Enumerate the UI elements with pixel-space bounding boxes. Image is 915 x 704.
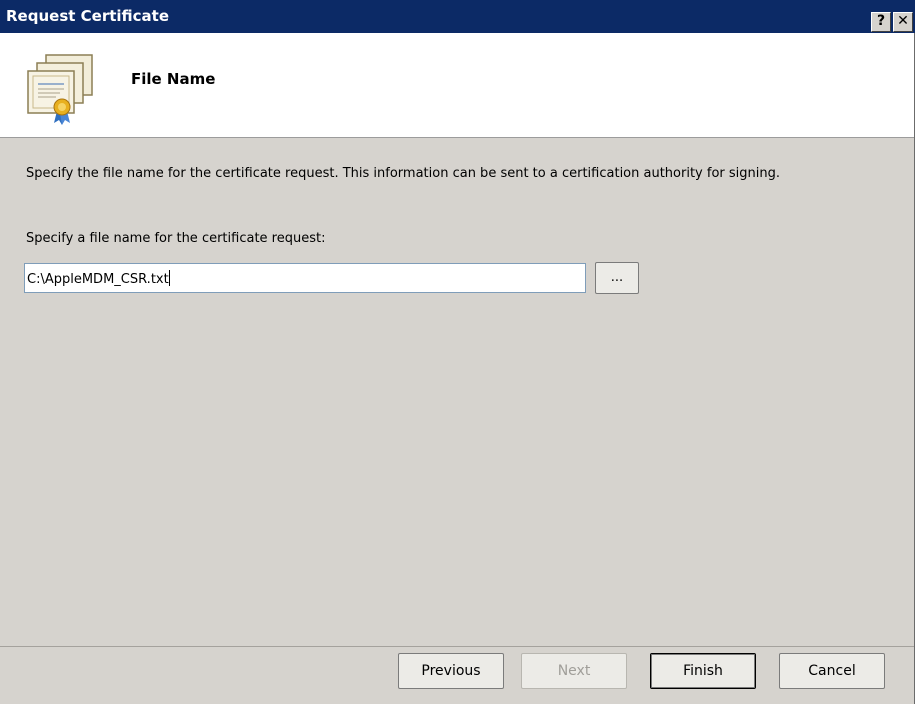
- close-button[interactable]: ✕: [893, 12, 913, 32]
- next-button[interactable]: Next: [521, 653, 627, 689]
- title-bar[interactable]: Request Certificate ? ✕: [0, 0, 915, 33]
- text-caret: [168, 270, 170, 286]
- window-title: Request Certificate: [6, 7, 170, 25]
- wizard-content: Specify the file name for the certificat…: [0, 138, 914, 622]
- wizard-header: File Name: [0, 33, 914, 138]
- description-text: Specify the file name for the certificat…: [26, 166, 780, 181]
- file-name-input[interactable]: C:\AppleMDM_CSR.txt: [24, 263, 586, 293]
- file-name-label: Specify a file name for the certificate …: [26, 231, 326, 246]
- wizard-footer: Previous Next Finish Cancel: [0, 646, 914, 704]
- browse-button[interactable]: ...: [595, 262, 639, 294]
- previous-button[interactable]: Previous: [398, 653, 504, 689]
- file-name-value: C:\AppleMDM_CSR.txt: [27, 272, 169, 287]
- cancel-button[interactable]: Cancel: [779, 653, 885, 689]
- help-button[interactable]: ?: [871, 12, 891, 32]
- request-certificate-dialog: Request Certificate ? ✕ File Name Specif…: [0, 0, 915, 704]
- certificate-icon: [27, 54, 93, 125]
- page-title: File Name: [131, 70, 216, 88]
- finish-button[interactable]: Finish: [650, 653, 756, 689]
